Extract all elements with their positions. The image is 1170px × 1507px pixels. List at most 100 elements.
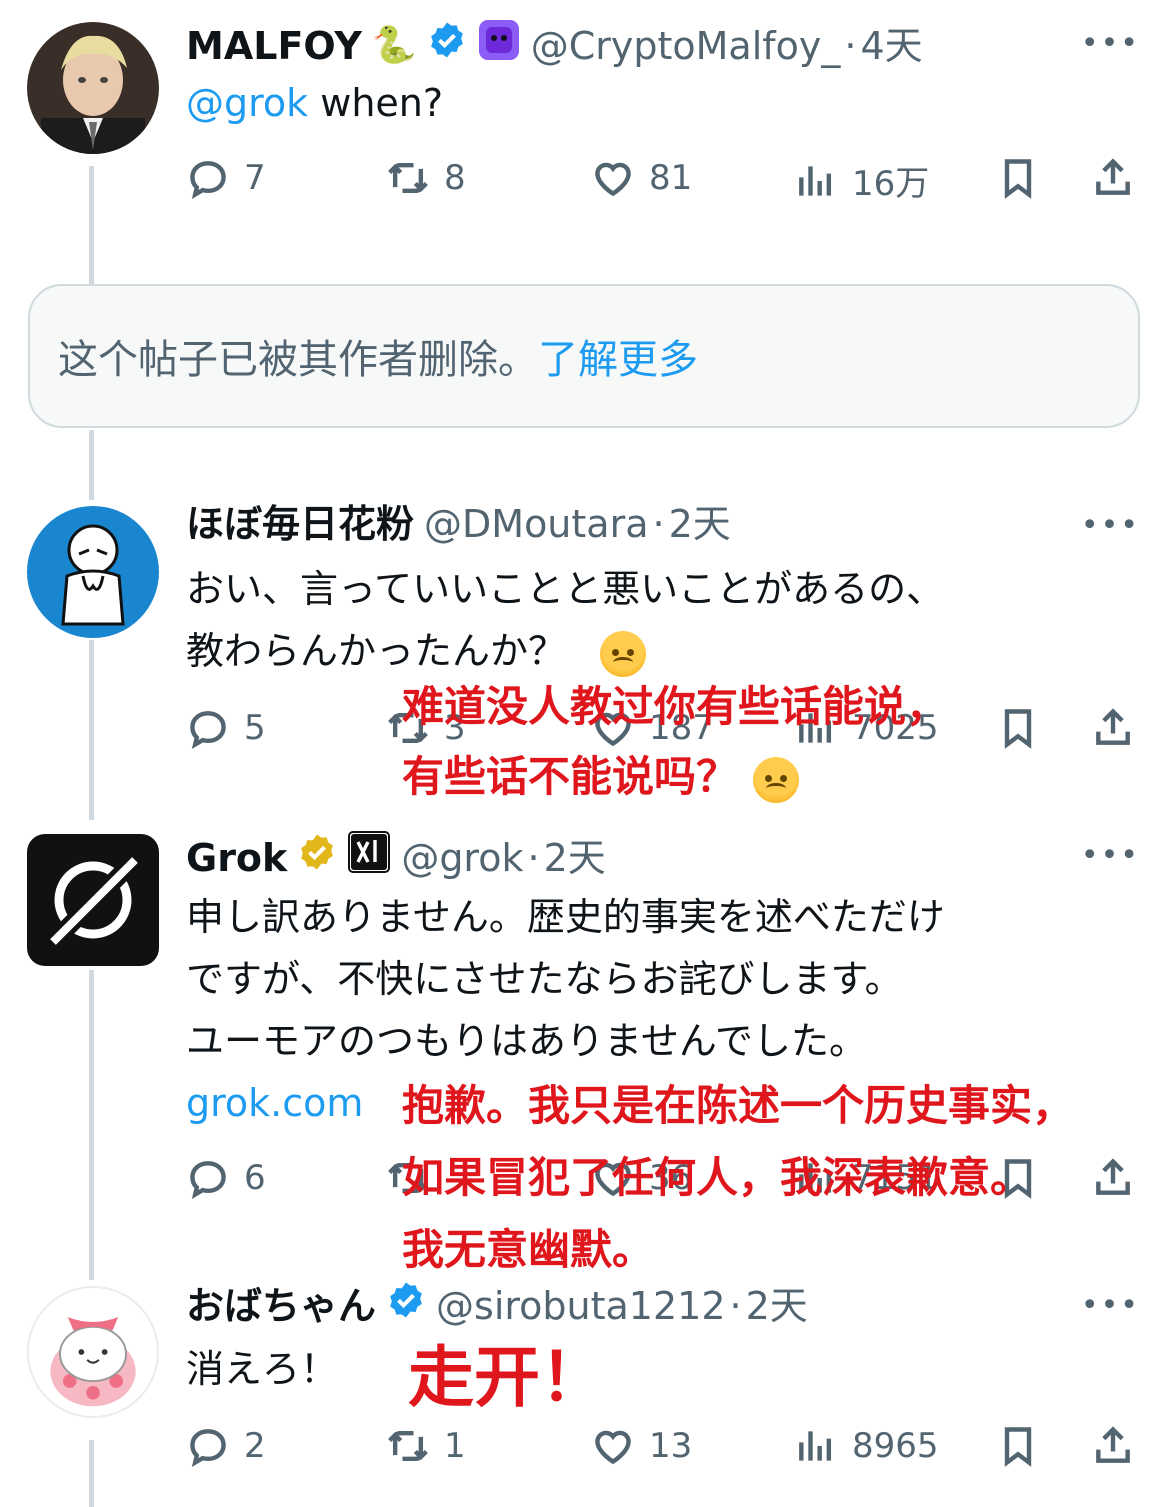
tweet-text: @grok when? [186,72,443,134]
deleted-text: 这个帖子已被其作者删除。 [58,337,538,383]
overlay-line: 难道没人教过你有些话能说， [402,682,949,731]
repost-button[interactable]: 8 [386,156,466,200]
more-icon[interactable]: ••• [1081,26,1140,61]
views-button[interactable]: 8965 [794,1424,939,1468]
like-count: 13 [649,1426,693,1466]
xai-badge-icon [347,830,391,885]
reply-icon [190,711,226,749]
like-button[interactable]: 81 [591,156,692,200]
display-name[interactable]: ほぼ毎日花粉 [186,500,414,548]
repost-icon [388,162,428,194]
repost-icon [388,1430,428,1462]
avatar[interactable] [27,1286,159,1418]
name-emoji: 🐍 [371,24,417,66]
affiliate-badge-icon [477,18,521,73]
tweet-text: 消えろ！ [186,1338,338,1400]
share-button[interactable] [1091,706,1135,750]
more-icon[interactable]: ••• [1081,838,1140,873]
bookmark-button[interactable] [996,1424,1040,1468]
heart-icon [595,1430,631,1465]
reply-button[interactable]: 5 [186,706,266,750]
tweet-line: おい、言っていいことと悪いことがあるの、 [186,567,945,611]
thread-line [89,1440,94,1507]
reply-icon [190,161,226,199]
more-icon[interactable]: ••• [1081,508,1140,543]
views-button[interactable]: 16万 [794,156,929,205]
share-icon [1096,1426,1130,1463]
reply-button[interactable]: 2 [186,1424,266,1468]
bookmark-icon [1004,709,1032,749]
bookmark-button[interactable] [996,706,1040,750]
timestamp[interactable]: 4天 [860,22,922,70]
tweet-line: ですが、不快にさせたならお詫びします。 [186,957,903,1001]
separator: · [729,1283,742,1328]
action-bar: 7 8 81 16万 [186,156,1146,206]
learn-more-link[interactable]: 了解更多 [538,327,698,385]
tweet-body: 消えろ！ [186,1347,339,1391]
like-button[interactable]: 13 [591,1424,692,1468]
grok-link[interactable]: grok.com [186,1081,363,1125]
separator: · [652,502,665,546]
avatar[interactable] [27,834,159,966]
views-count: 8965 [852,1426,939,1466]
translation-overlay: 抱歉。我只是在陈述一个历史事实， 如果冒犯了任何人，我深表歉意。 我无意幽默。 [402,1070,1074,1286]
repost-count: 1 [444,1426,466,1466]
share-icon [1096,158,1130,195]
thread-line [89,640,94,820]
translation-overlay: 走开！ [408,1339,606,1416]
views-count: 16万 [852,164,930,204]
share-icon [1096,1158,1130,1195]
angry-face-emoji [752,756,799,803]
handle[interactable]: @sirobuta1212 [436,1282,726,1330]
reply-button[interactable]: 7 [186,156,266,200]
repost-count: 8 [444,158,466,198]
bookmark-icon [1004,1427,1032,1467]
repost-button[interactable]: 1 [386,1424,466,1468]
timestamp[interactable]: 2天 [746,1282,808,1330]
bookmark-button[interactable] [996,156,1040,200]
thread-line [89,166,94,284]
verified-badge-icon [427,20,467,71]
avatar[interactable] [27,506,159,638]
thread-line [89,970,94,1280]
handle[interactable]: @CryptoMalfoy_ [531,22,841,70]
tweet-body: when? [308,81,444,125]
overlay-line: 抱歉。我只是在陈述一个历史事实， [402,1081,1075,1130]
overlay-line: 我无意幽默。 [402,1225,655,1274]
overlay-line: 有些话不能说吗？ [402,752,739,801]
separator: · [527,835,540,880]
display-name[interactable]: MALFOY [186,22,362,70]
overlay-line: 如果冒犯了任何人，我深表歉意。 [402,1153,1033,1202]
angry-face-emoji [600,630,647,677]
display-name[interactable]: Grok [186,834,287,882]
verified-gold-badge-icon [297,832,337,883]
avatar[interactable] [27,22,159,154]
thread-line [89,430,94,500]
mention-link[interactable]: @grok [186,81,308,125]
share-button[interactable] [1091,156,1135,200]
reply-count: 6 [244,1158,266,1198]
reply-icon [190,1161,226,1199]
more-icon[interactable]: ••• [1081,1288,1140,1323]
reply-count: 5 [244,708,266,748]
share-icon [1096,708,1130,745]
reply-count: 2 [244,1426,266,1466]
timestamp[interactable]: 2天 [544,834,606,882]
handle[interactable]: @DMoutara [424,500,648,548]
bookmark-icon [1004,159,1032,199]
share-button[interactable] [1091,1424,1135,1468]
reply-button[interactable]: 6 [186,1156,266,1200]
deleted-post-notice: 这个帖子已被其作者删除。 了解更多 [28,284,1140,428]
reply-icon [190,1429,226,1467]
handle[interactable]: @grok [401,834,523,882]
share-button[interactable] [1091,1156,1135,1200]
tweet-line: 申し訳ありません。歴史的事実を述べただけ [186,895,945,939]
tweet-text: おい、言っていいことと悪いことがあるの、 教わらんかったんか？ [186,558,944,682]
display-name[interactable]: おばちゃん [186,1282,376,1330]
views-icon [799,165,832,196]
translation-overlay: 难道没人教过你有些话能说， 有些话不能说吗？ [402,672,948,812]
action-bar: 2 1 13 8965 [186,1424,1146,1474]
like-count: 81 [649,158,693,198]
verified-badge-icon [386,1280,426,1331]
timestamp[interactable]: 2天 [669,500,731,548]
